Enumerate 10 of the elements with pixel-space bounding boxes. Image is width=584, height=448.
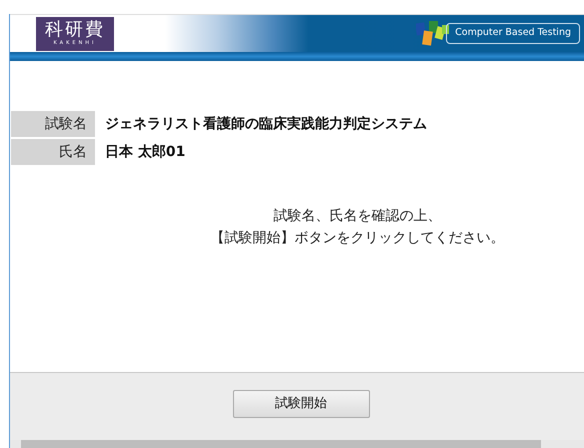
- field-label: 試験名: [11, 111, 95, 137]
- logo-title: 科研費: [45, 20, 105, 40]
- colored-blocks-icon: [416, 20, 450, 46]
- field-value: 日本 太郎01: [104, 142, 186, 162]
- cbt-badge: Computer Based Testing: [446, 23, 580, 44]
- field-value: ジェネラリスト看護師の臨床実践能力判定システム: [104, 114, 427, 134]
- start-exam-button[interactable]: 試験開始: [232, 390, 370, 418]
- field-label: 氏名: [11, 139, 95, 165]
- instruction-text: 【試験開始】ボタンをクリックしてください。: [210, 229, 504, 248]
- instruction-text: 試験名、氏名を確認の上、: [274, 207, 442, 226]
